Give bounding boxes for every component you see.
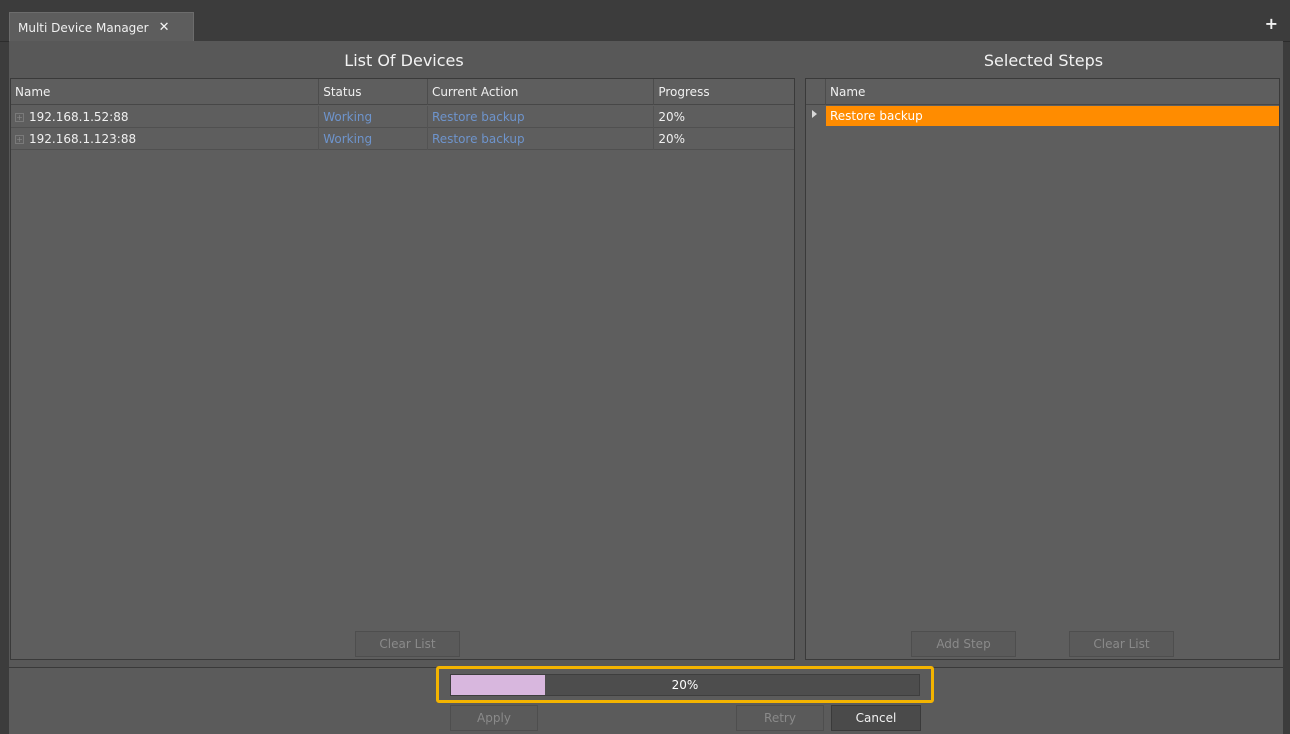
progress-bar: 20%	[450, 674, 920, 696]
tab-multi-device-manager[interactable]: Multi Device Manager ✕	[9, 12, 194, 42]
retry-button[interactable]: Retry	[736, 705, 824, 731]
devices-grid: Name Status Current Action Progress + 19…	[10, 78, 795, 660]
devices-panel-title: List Of Devices	[344, 50, 464, 70]
device-status: Working	[319, 106, 428, 128]
steps-panel-title: Selected Steps	[983, 50, 1104, 70]
row-indicator-header	[806, 79, 826, 105]
device-progress: 20%	[658, 132, 686, 146]
clear-steps-button[interactable]: Clear List	[1069, 631, 1174, 657]
device-progress: 20%	[658, 110, 686, 124]
table-row[interactable]: + 192.168.1.52:88 Working Restore backup…	[11, 106, 794, 128]
device-status: Working	[319, 128, 428, 150]
device-current-action: Restore backup	[428, 128, 655, 150]
tab-title: Multi Device Manager	[18, 20, 149, 35]
main-area: List Of Devices Selected Steps Name Stat…	[9, 41, 1283, 734]
column-header-name[interactable]: Name	[11, 79, 320, 105]
column-header-current-action[interactable]: Current Action	[428, 79, 655, 105]
current-row-arrow-icon	[812, 110, 817, 118]
table-row[interactable]: + 192.168.1.123:88 Working Restore backu…	[11, 128, 794, 150]
devices-rows: + 192.168.1.52:88 Working Restore backup…	[11, 106, 794, 150]
device-name: 192.168.1.52:88	[29, 110, 129, 124]
tab-bar: Multi Device Manager ✕ +	[0, 0, 1290, 42]
progress-text: 20%	[671, 678, 699, 692]
column-header-step-name[interactable]: Name	[826, 79, 1279, 105]
devices-grid-header: Name Status Current Action Progress	[11, 79, 794, 105]
column-header-status[interactable]: Status	[319, 79, 428, 105]
apply-button[interactable]: Apply	[450, 705, 538, 731]
step-row-restore-backup[interactable]: Restore backup	[826, 106, 1279, 126]
add-step-button[interactable]: Add Step	[911, 631, 1016, 657]
cancel-button[interactable]: Cancel	[831, 705, 921, 731]
device-name-cell: + 192.168.1.123:88	[11, 128, 320, 150]
steps-grid: Name Restore backup Add Step Clear List	[805, 78, 1280, 660]
add-tab-icon[interactable]: +	[1265, 14, 1278, 33]
expand-icon[interactable]: +	[15, 112, 24, 122]
clear-devices-button[interactable]: Clear List	[355, 631, 460, 657]
device-name: 192.168.1.123:88	[29, 132, 137, 146]
close-icon[interactable]: ✕	[159, 20, 170, 35]
device-current-action: Restore backup	[428, 106, 655, 128]
steps-grid-header: Name	[806, 79, 1279, 105]
expand-icon[interactable]: +	[15, 134, 24, 144]
device-name-cell: + 192.168.1.52:88	[11, 106, 320, 128]
column-header-progress[interactable]: Progress	[654, 79, 794, 105]
